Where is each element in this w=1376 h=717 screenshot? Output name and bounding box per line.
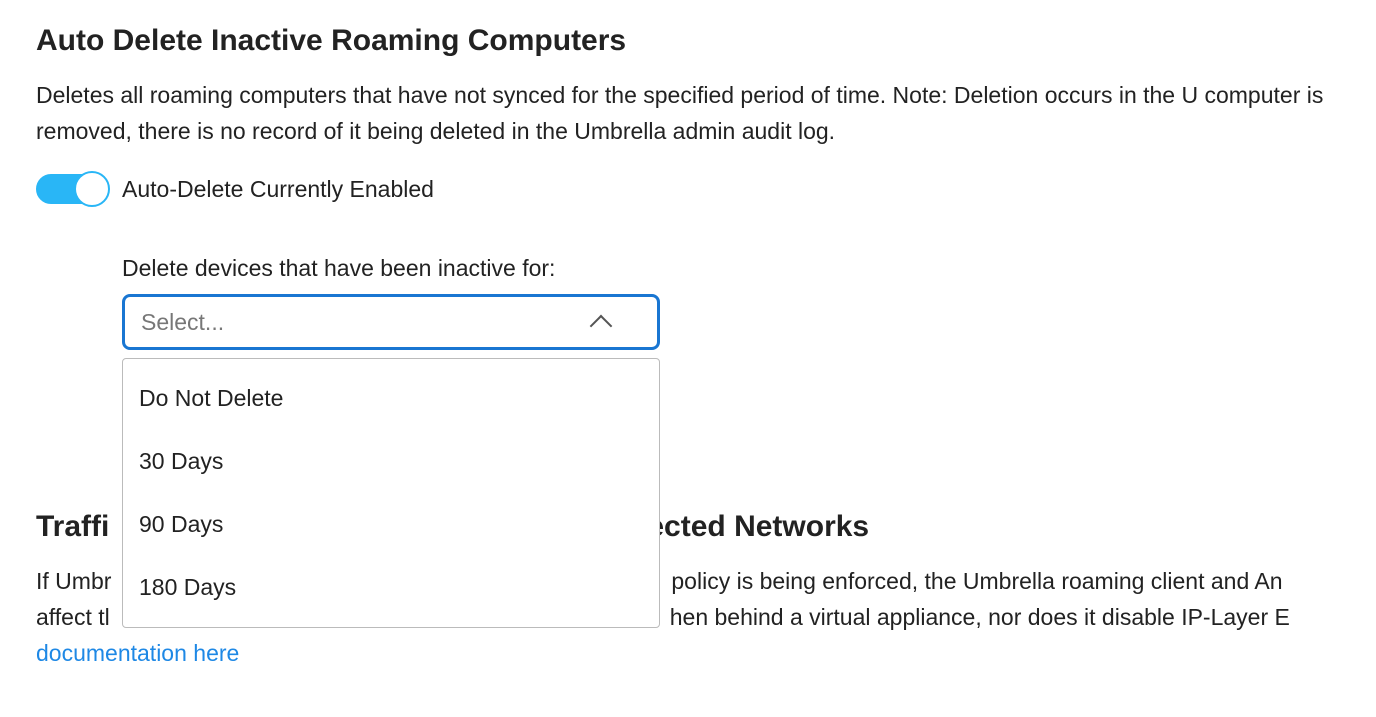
inactive-duration-dropdown: Do Not Delete 30 Days 90 Days 180 Days: [122, 358, 660, 628]
auto-delete-toggle-row: Auto-Delete Currently Enabled: [36, 171, 1340, 207]
section-description: Deletes all roaming computers that have …: [36, 78, 1340, 149]
field-label: Delete devices that have been inactive f…: [122, 255, 1340, 282]
option-do-not-delete[interactable]: Do Not Delete: [123, 367, 659, 430]
toggle-label: Auto-Delete Currently Enabled: [122, 176, 434, 203]
inactive-duration-field: Delete devices that have been inactive f…: [122, 255, 1340, 350]
option-180-days[interactable]: 180 Days: [123, 556, 659, 619]
auto-delete-section: Auto Delete Inactive Roaming Computers D…: [36, 24, 1340, 350]
select-placeholder: Select...: [141, 309, 224, 336]
option-90-days[interactable]: 90 Days: [123, 493, 659, 556]
inactive-duration-select-wrap: Select... Do Not Delete 30 Days 90 Days …: [122, 294, 660, 350]
chevron-up-icon: [590, 315, 613, 338]
auto-delete-toggle[interactable]: [36, 171, 108, 207]
option-30-days[interactable]: 30 Days: [123, 430, 659, 493]
documentation-link[interactable]: documentation here: [36, 640, 239, 666]
inactive-duration-select[interactable]: Select...: [122, 294, 660, 350]
section-title: Auto Delete Inactive Roaming Computers: [36, 24, 1340, 58]
